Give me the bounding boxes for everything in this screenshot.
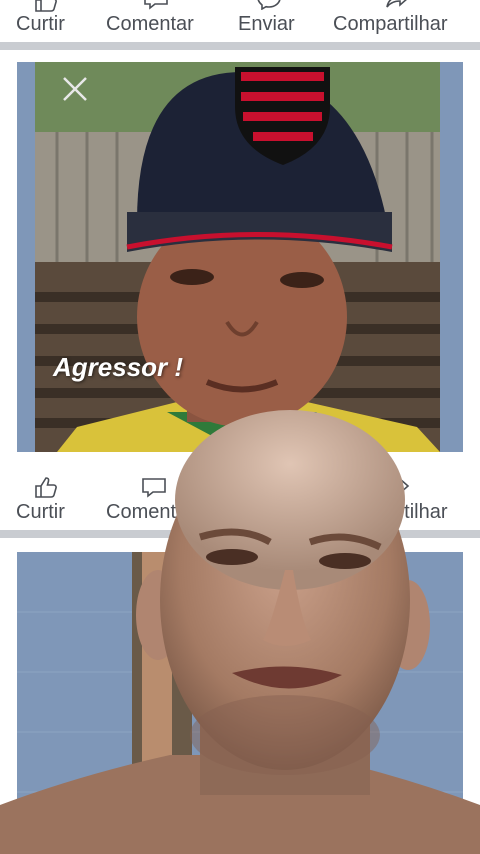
- comment-label: Comentar: [106, 13, 194, 35]
- comment-icon: [144, 0, 168, 10]
- overlay-caption: Agressor !: [53, 352, 184, 382]
- send-button[interactable]: Enviar: [238, 0, 300, 40]
- face-cam-photo: [0, 410, 480, 854]
- post-image[interactable]: Agressor !: [17, 62, 463, 452]
- like-button[interactable]: Curtir: [16, 0, 76, 40]
- top-action-bar: Curtir Comentar Enviar Compartilhar: [0, 0, 480, 40]
- send-label: Enviar: [238, 13, 295, 35]
- like-icon: [35, 0, 57, 12]
- like-label: Curtir: [16, 13, 65, 35]
- post-photo: [17, 62, 463, 452]
- messenger-icon: [257, 0, 281, 10]
- feed-separator: [0, 42, 480, 50]
- comment-button[interactable]: Comentar: [106, 0, 206, 40]
- share-icon: [386, 0, 407, 8]
- share-button[interactable]: Compartilhar: [333, 0, 463, 40]
- video-overlay: [0, 405, 480, 854]
- share-label: Compartilhar: [333, 13, 448, 35]
